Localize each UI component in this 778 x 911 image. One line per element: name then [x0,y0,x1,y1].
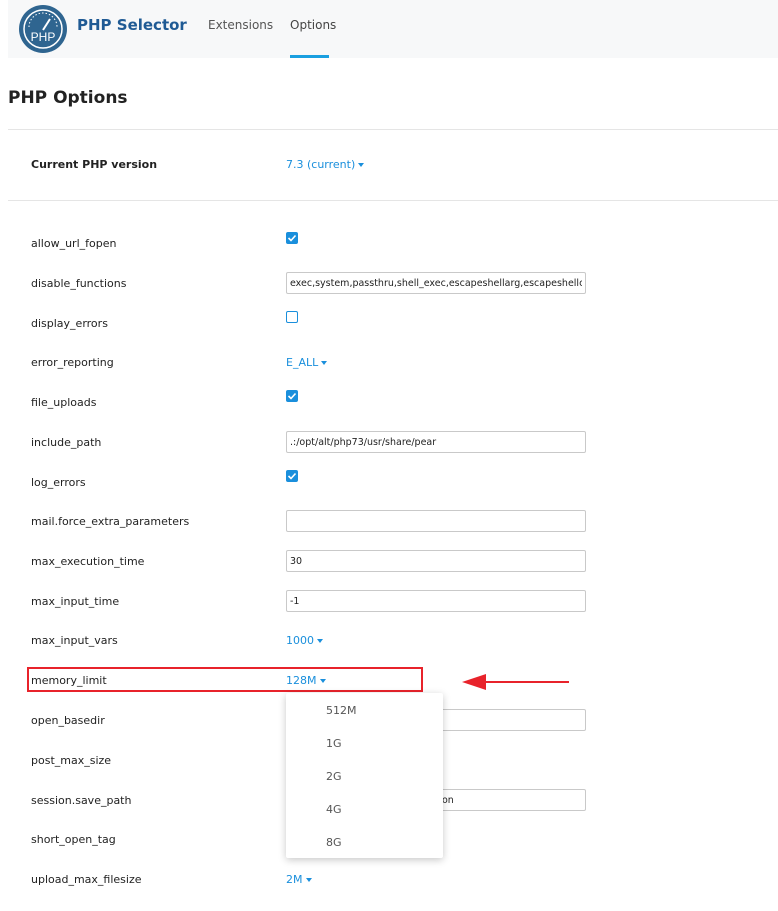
php-logo: PHP [19,5,67,53]
upload-max-filesize-select[interactable]: 2M [286,873,312,886]
max-input-vars-select[interactable]: 1000 [286,634,323,647]
max-input-time-input[interactable] [286,590,586,612]
app-title: PHP Selector [77,16,187,34]
dropdown-option-512m[interactable]: 512M [326,704,357,717]
error-reporting-select[interactable]: E_ALL [286,356,328,369]
option-label-upload-max-filesize: upload_max_filesize [31,873,142,886]
log-errors-checkbox[interactable] [286,470,298,482]
option-label-file-uploads: file_uploads [31,396,97,409]
option-label-open-basedir: open_basedir [31,714,105,727]
file-uploads-checkbox[interactable] [286,390,298,402]
upload-max-filesize-value: 2M [286,873,303,886]
include-path-input[interactable] [286,431,586,453]
option-label-disable-functions: disable_functions [31,277,127,290]
mail-force-extra-parameters-input[interactable] [286,510,586,532]
dropdown-option-1g[interactable]: 1G [326,737,342,750]
memory-limit-dropdown-menu: 512M 1G 2G 4G 8G [286,693,443,858]
option-label-short-open-tag: short_open_tag [31,833,116,846]
allow-url-fopen-checkbox[interactable] [286,232,298,244]
divider [8,129,778,130]
tab-extensions[interactable]: Extensions [208,18,273,32]
dropdown-option-2g[interactable]: 2G [326,770,342,783]
active-tab-indicator [290,55,329,58]
chevron-down-icon [317,639,323,643]
divider [8,200,778,201]
max-execution-time-input[interactable] [286,550,586,572]
tab-options[interactable]: Options [290,18,336,32]
chevron-down-icon [321,361,328,365]
option-label-max-execution-time: max_execution_time [31,555,145,568]
chevron-down-icon [305,878,312,882]
dropdown-option-4g[interactable]: 4G [326,803,342,816]
option-label-session-save-path: session.save_path [31,794,132,807]
check-icon [287,234,297,242]
php-version-value: 7.3 (current) [286,158,356,171]
option-label-mail-force-extra-parameters: mail.force_extra_parameters [31,515,190,528]
chevron-down-icon [358,163,365,167]
php-version-select[interactable]: 7.3 (current) [286,158,365,171]
option-label-include-path: include_path [31,436,102,449]
option-label-allow-url-fopen: allow_url_fopen [31,237,117,250]
php-version-label: Current PHP version [31,158,158,171]
error-reporting-value: E_ALL [286,356,319,369]
dropdown-option-8g[interactable]: 8G [326,836,342,849]
option-label-post-max-size: post_max_size [31,754,112,767]
check-icon [287,392,297,400]
option-label-error-reporting: error_reporting [31,356,114,369]
arrow-left-icon [462,674,569,690]
option-label-max-input-vars: max_input_vars [31,634,118,647]
check-icon [287,472,297,480]
option-label-max-input-time: max_input_time [31,595,120,608]
top-bar: PHP PHP Selector Extensions Options [8,0,778,58]
option-label-display-errors: display_errors [31,317,108,330]
page-title: PHP Options [8,88,128,108]
option-label-log-errors: log_errors [31,476,86,489]
max-input-vars-value: 1000 [286,634,314,647]
php-logo-text: PHP [31,30,56,44]
highlight-box [27,667,423,692]
disable-functions-input[interactable] [286,272,586,294]
display-errors-checkbox[interactable] [286,311,298,323]
